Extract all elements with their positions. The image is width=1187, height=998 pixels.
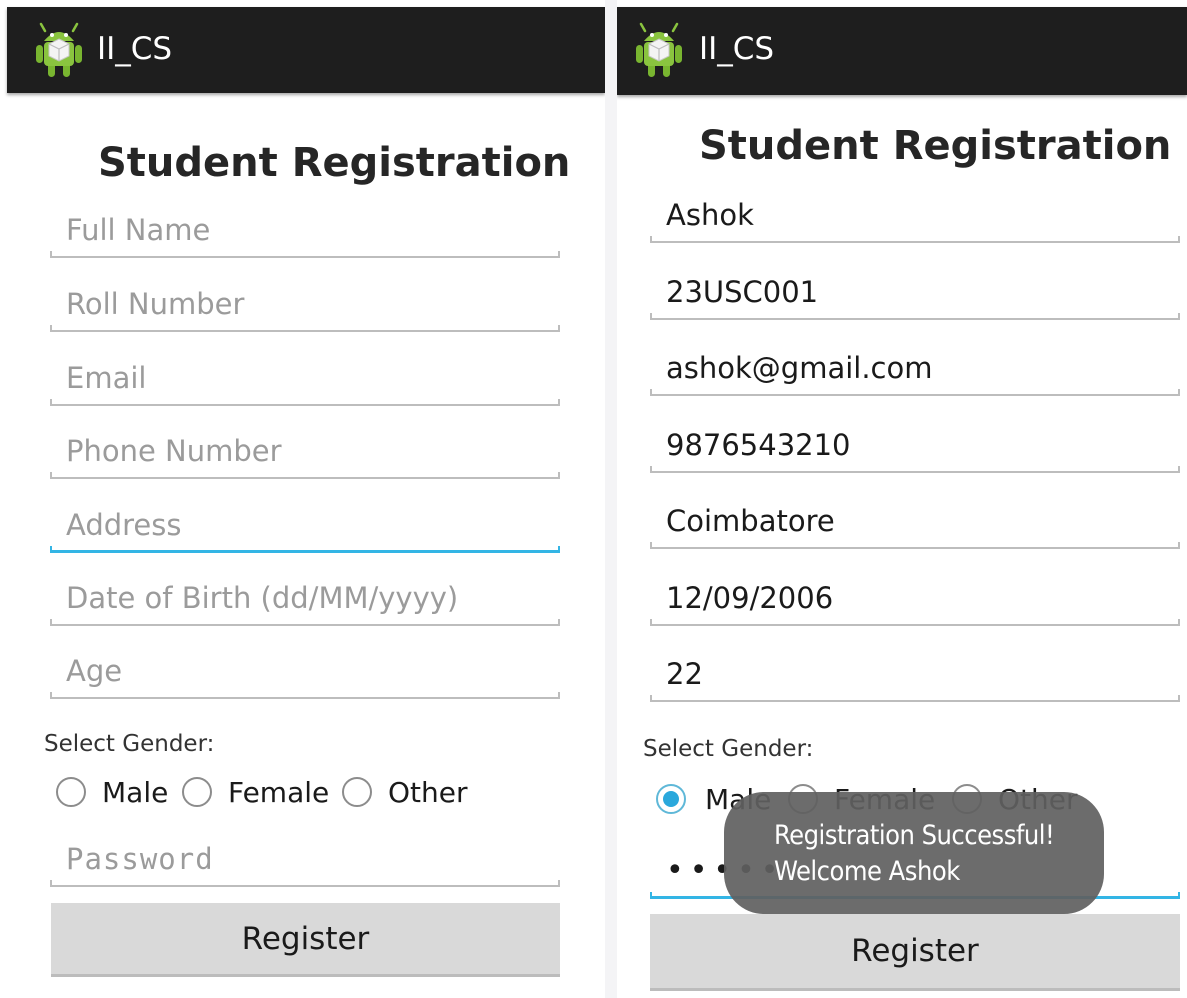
gender-label: Select Gender: (643, 736, 814, 762)
password-placeholder: Password (66, 842, 214, 876)
email-value: ashok@gmail.com (666, 351, 933, 385)
roll-number-value: 23USC001 (666, 275, 819, 309)
phone-number-input[interactable]: 9876543210 (650, 417, 1180, 473)
roll-number-input[interactable]: Roll Number (50, 276, 560, 332)
radio-unchecked-icon (342, 777, 372, 807)
action-bar: II_CS (617, 7, 1187, 95)
gender-label: Select Gender: (44, 731, 215, 757)
action-bar: II_CS (7, 7, 605, 93)
roll-number-input[interactable]: 23USC001 (650, 264, 1180, 320)
form-title: Student Registration (98, 140, 571, 186)
toast-message: Registration Successful! Welcome Ashok (724, 792, 1104, 914)
radio-male-label: Male (102, 776, 169, 809)
address-input[interactable]: Address (50, 497, 560, 553)
email-placeholder: Email (66, 361, 147, 395)
date-of-birth-input[interactable]: Date of Birth (dd/MM/yyyy) (50, 570, 560, 626)
age-input[interactable]: Age (50, 643, 560, 699)
form-title: Student Registration (699, 123, 1172, 169)
phone-number-value: 9876543210 (666, 428, 851, 462)
input-underline (50, 880, 560, 887)
email-input[interactable]: Email (50, 350, 560, 406)
register-button[interactable]: Register (650, 914, 1180, 991)
full-name-input[interactable]: Ashok (650, 187, 1180, 243)
input-underline (650, 466, 1180, 473)
phone-number-input[interactable]: Phone Number (50, 423, 560, 479)
input-underline (50, 472, 560, 479)
android-app-icon (636, 22, 682, 77)
full-name-placeholder: Full Name (66, 213, 211, 247)
radio-female-label: Female (228, 776, 330, 809)
registration-screen-filled: II_CS Student Registration Ashok 23USC00… (617, 0, 1187, 998)
radio-unchecked-icon (56, 777, 86, 807)
radio-other-label: Other (388, 776, 468, 809)
toast-line-1: Registration Successful! (774, 820, 1055, 851)
registration-screen-empty: II_CS Student Registration Full Name Rol… (0, 0, 605, 998)
roll-number-placeholder: Roll Number (66, 287, 245, 321)
radio-unchecked-icon (182, 777, 212, 807)
input-underline (650, 389, 1180, 396)
register-button[interactable]: Register (51, 903, 560, 977)
input-underline (50, 399, 560, 406)
input-underline (650, 619, 1180, 626)
input-underline (50, 619, 560, 626)
age-value: 22 (666, 657, 703, 691)
address-value: Coimbatore (666, 504, 835, 538)
input-underline (650, 542, 1180, 549)
radio-checked-icon (656, 784, 686, 814)
app-title: II_CS (97, 31, 173, 67)
input-underline-focused (50, 546, 560, 553)
address-input[interactable]: Coimbatore (650, 493, 1180, 549)
input-underline (50, 692, 560, 699)
android-app-icon (36, 22, 82, 77)
email-input[interactable]: ashok@gmail.com (650, 340, 1180, 396)
radio-female[interactable]: Female (182, 774, 332, 814)
phone-number-placeholder: Phone Number (66, 434, 282, 468)
gender-radio-group: Male Female Other (56, 774, 556, 814)
full-name-input[interactable]: Full Name (50, 202, 560, 258)
input-underline (650, 313, 1180, 320)
app-title: II_CS (699, 31, 775, 67)
date-of-birth-value: 12/09/2006 (666, 581, 834, 615)
password-input[interactable]: Password (50, 831, 560, 887)
date-of-birth-placeholder: Date of Birth (dd/MM/yyyy) (66, 581, 459, 615)
input-underline (650, 695, 1180, 702)
age-placeholder: Age (66, 654, 123, 688)
radio-male[interactable]: Male (56, 774, 176, 814)
input-underline (650, 236, 1180, 243)
radio-other[interactable]: Other (342, 774, 472, 814)
input-underline (50, 251, 560, 258)
screen-divider (605, 0, 617, 998)
date-of-birth-input[interactable]: 12/09/2006 (650, 570, 1180, 626)
input-underline (50, 325, 560, 332)
full-name-value: Ashok (666, 198, 754, 232)
address-placeholder: Address (66, 508, 182, 542)
age-input[interactable]: 22 (650, 646, 1180, 702)
toast-line-2: Welcome Ashok (774, 856, 960, 887)
